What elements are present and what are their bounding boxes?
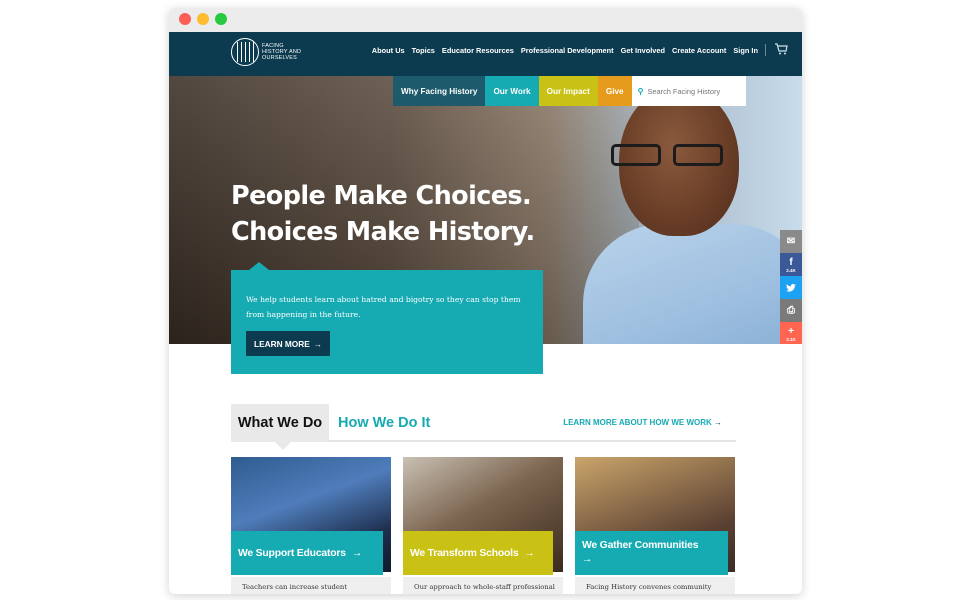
share-bar: ✉ f 2.4K ⎙ +3.1K: [780, 230, 802, 344]
cart-icon[interactable]: [774, 43, 788, 57]
email-share-icon[interactable]: ✉: [780, 230, 802, 253]
learn-more-label: LEARN MORE: [254, 338, 310, 349]
tab-what-we-do[interactable]: What We Do: [231, 404, 329, 450]
tab-how-we-do-it[interactable]: How We Do It: [338, 404, 430, 442]
site-header: Facing History and Ourselves About Us To…: [169, 32, 802, 76]
more-share-count: 3.1K: [786, 336, 796, 342]
search-input[interactable]: [647, 86, 744, 96]
logo-text: Facing History and Ourselves: [262, 43, 302, 61]
headline-line-1: People Make Choices.: [231, 181, 532, 211]
card-title: We Gather Communities →: [575, 531, 728, 575]
arrow-right-icon: →: [714, 418, 722, 427]
print-icon[interactable]: ⎙: [780, 299, 802, 322]
tab-give[interactable]: Give: [597, 76, 632, 106]
nav-divider: [765, 44, 766, 56]
more-share-icon[interactable]: +3.1K: [780, 322, 802, 344]
search-icon: ⚲: [637, 86, 644, 96]
facebook-share-count: 2.4K: [786, 267, 796, 273]
secondary-nav: Why Facing History Our Work Our Impact G…: [393, 76, 746, 106]
site-logo[interactable]: Facing History and Ourselves: [231, 38, 302, 66]
close-window-icon[interactable]: [179, 13, 191, 25]
twitter-share-icon[interactable]: [780, 276, 802, 299]
card-support-educators[interactable]: We Support Educators → Teachers can incre…: [231, 457, 391, 594]
browser-window: Facing History and Ourselves About Us To…: [169, 8, 802, 594]
card-title: We Support Educators →: [231, 531, 383, 575]
nav-create-account[interactable]: Create Account: [672, 46, 726, 55]
learn-more-how-we-work-label: LEARN MORE ABOUT HOW WE WORK: [563, 418, 712, 427]
nav-topics[interactable]: Topics: [412, 46, 435, 55]
arrow-right-icon: →: [351, 547, 363, 559]
tab-why-facing-history[interactable]: Why Facing History: [393, 76, 486, 106]
nav-get-involved[interactable]: Get Involved: [621, 46, 665, 55]
nav-about-us[interactable]: About Us: [372, 46, 405, 55]
tab-our-impact[interactable]: Our Impact: [538, 76, 598, 106]
card-description: Teachers can increase student: [231, 577, 391, 594]
arrow-right-icon: →: [524, 547, 535, 559]
nav-educator-resources[interactable]: Educator Resources: [442, 46, 514, 55]
maximize-window-icon[interactable]: [215, 13, 227, 25]
arrow-right-icon: →: [582, 554, 593, 565]
search-box[interactable]: ⚲: [631, 76, 746, 106]
browser-chrome: [169, 8, 802, 32]
minimize-window-icon[interactable]: [197, 13, 209, 25]
nav-professional-development[interactable]: Professional Development: [521, 46, 614, 55]
nav-sign-in[interactable]: Sign In: [733, 46, 758, 55]
card-description: Facing History convenes community: [575, 577, 735, 594]
card-transform-schools[interactable]: We Transform Schools → Our approach to wh…: [403, 457, 563, 594]
learn-more-button[interactable]: LEARN MORE →: [246, 331, 331, 356]
hero-blurb: We help students learn about hatred and …: [246, 295, 521, 319]
logo-mark-icon: [231, 38, 259, 66]
hero-headline: People Make Choices. Choices Make Histor…: [231, 178, 535, 250]
learn-more-how-we-work-link[interactable]: LEARN MORE ABOUT HOW WE WORK →: [563, 418, 722, 427]
arrow-right-icon: →: [313, 338, 323, 349]
hero-intro-box: We help students learn about hatred and …: [231, 262, 543, 374]
what-we-do-header: What We Do How We Do It LEARN MORE ABOUT…: [231, 404, 736, 450]
card-title: We Transform Schools →: [403, 531, 553, 575]
tab-our-work[interactable]: Our Work: [485, 76, 539, 106]
card-gather-communities[interactable]: We Gather Communities → Facing History co…: [575, 457, 735, 594]
card-description: Our approach to whole-staff professional: [403, 577, 563, 594]
hero-photo: [583, 86, 802, 344]
primary-nav: About Us Topics Educator Resources Profe…: [372, 46, 758, 55]
facebook-share-icon[interactable]: f 2.4K: [780, 253, 802, 276]
headline-line-2: Choices Make History.: [231, 217, 535, 247]
